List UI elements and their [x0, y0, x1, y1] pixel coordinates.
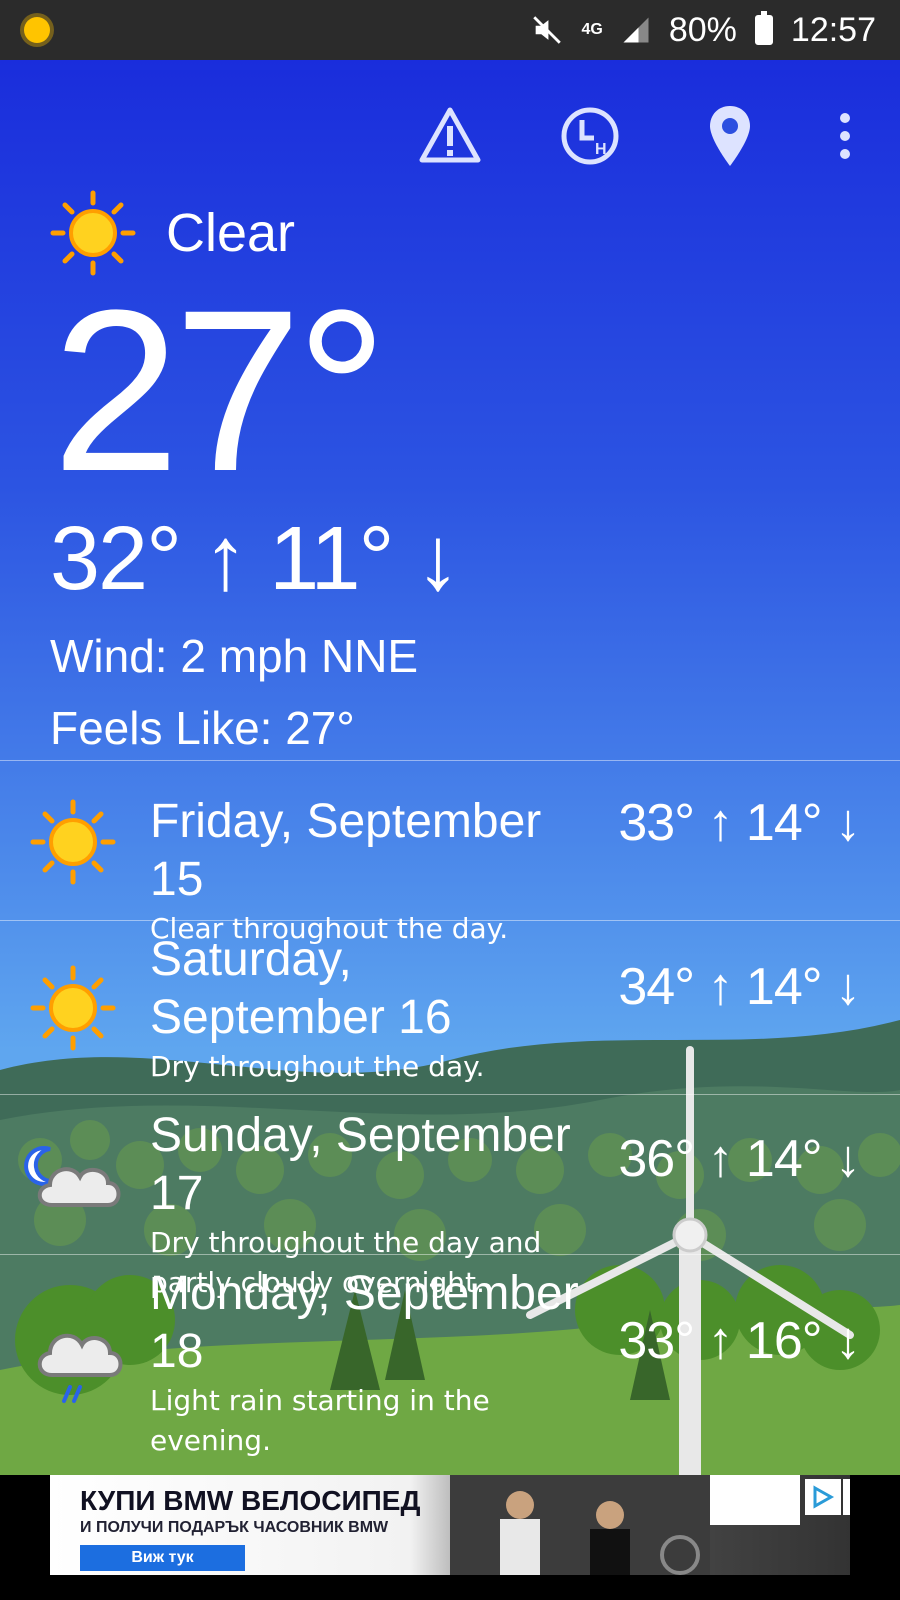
forecast-temps: 36° ↑ 14° ↓	[618, 1130, 861, 1188]
svg-text:H: H	[595, 141, 607, 158]
forecast-row[interactable]: Saturday, September 16 Dry throughout th…	[0, 920, 900, 1094]
ad-cta-button[interactable]: Виж тук	[80, 1545, 245, 1571]
warning-icon	[419, 107, 481, 163]
hourly-clock-icon: H	[561, 107, 619, 165]
high-low-temperature: 32° ↑ 11° ↓	[50, 509, 461, 609]
forecast-row[interactable]: Sunday, September 17 Dry throughout the …	[0, 1094, 900, 1299]
wind-text: Wind: 2 mph NNE	[50, 630, 419, 682]
forecast-row[interactable]: Friday, September 15 Clear throughout th…	[0, 760, 900, 945]
feels-like-text: Feels Like: 27°	[50, 702, 355, 754]
forecast-date: Monday, September 18	[150, 1267, 579, 1378]
weather-app: H Clear 27° 32° ↑ 11° ↓ Wind: 2 mph NNE …	[0, 60, 900, 1475]
partly-cloudy-night-icon	[24, 1146, 121, 1207]
condition-text: Clear	[166, 203, 296, 263]
forecast-temps: 34° ↑ 14° ↓	[618, 958, 861, 1016]
ad-banner[interactable]: КУПИ BMW ВЕЛОСИПЕД И ПОЛУЧИ ПОДАРЪК ЧАСО…	[0, 1475, 900, 1600]
hourly-button[interactable]: H	[550, 96, 630, 176]
more-vert-icon	[840, 113, 850, 159]
forecast-summary: Light rain starting in the evening.	[150, 1384, 490, 1457]
more-options-button[interactable]	[805, 96, 885, 176]
weather-notification-icon	[24, 17, 50, 43]
battery-icon	[754, 11, 773, 45]
ad-thumbnail	[710, 1475, 800, 1525]
forecast-list: Friday, September 15 Clear throughout th…	[0, 760, 900, 1470]
battery-percent: 80%	[668, 10, 737, 49]
status-bar: 4G 80% 12:57	[0, 0, 900, 60]
toolbar: H	[0, 96, 900, 176]
forecast-date: Sunday, September 17	[150, 1109, 571, 1220]
ad-subline: И ПОЛУЧИ ПОДАРЪК ЧАСОВНИК BMW	[80, 1519, 389, 1536]
forecast-date: Saturday, September 16	[150, 933, 452, 1044]
ad-creative[interactable]: КУПИ BMW ВЕЛОСИПЕД И ПОЛУЧИ ПОДАРЪК ЧАСО…	[50, 1475, 850, 1575]
network-type: 4G	[581, 21, 603, 38]
rain-cloud-icon	[37, 1333, 123, 1403]
clock: 12:57	[790, 10, 876, 49]
sun-icon	[30, 965, 116, 1051]
current-conditions: Clear 27° 32° ↑ 11° ↓ Wind: 2 mph NNE Fe…	[50, 190, 461, 755]
ad-headline: КУПИ BMW ВЕЛОСИПЕД	[80, 1485, 421, 1516]
current-temperature: 27°	[52, 262, 388, 519]
forecast-summary: Dry throughout the day.	[150, 1050, 485, 1083]
alerts-button[interactable]	[410, 96, 490, 176]
location-button[interactable]	[690, 96, 770, 176]
ad-photo	[450, 1475, 710, 1575]
forecast-temps: 33° ↑ 14° ↓	[618, 794, 861, 852]
forecast-temps: 33° ↑ 16° ↓	[618, 1312, 861, 1370]
adchoices-icon[interactable]	[805, 1479, 841, 1515]
forecast-date: Friday, September 15	[150, 795, 542, 906]
mute-icon	[530, 13, 564, 47]
forecast-row[interactable]: Monday, September 18 Light rain starting…	[0, 1254, 900, 1470]
close-icon[interactable]	[843, 1479, 850, 1515]
sun-icon	[30, 799, 116, 885]
signal-icon	[621, 15, 651, 45]
location-pin-icon	[710, 106, 750, 166]
